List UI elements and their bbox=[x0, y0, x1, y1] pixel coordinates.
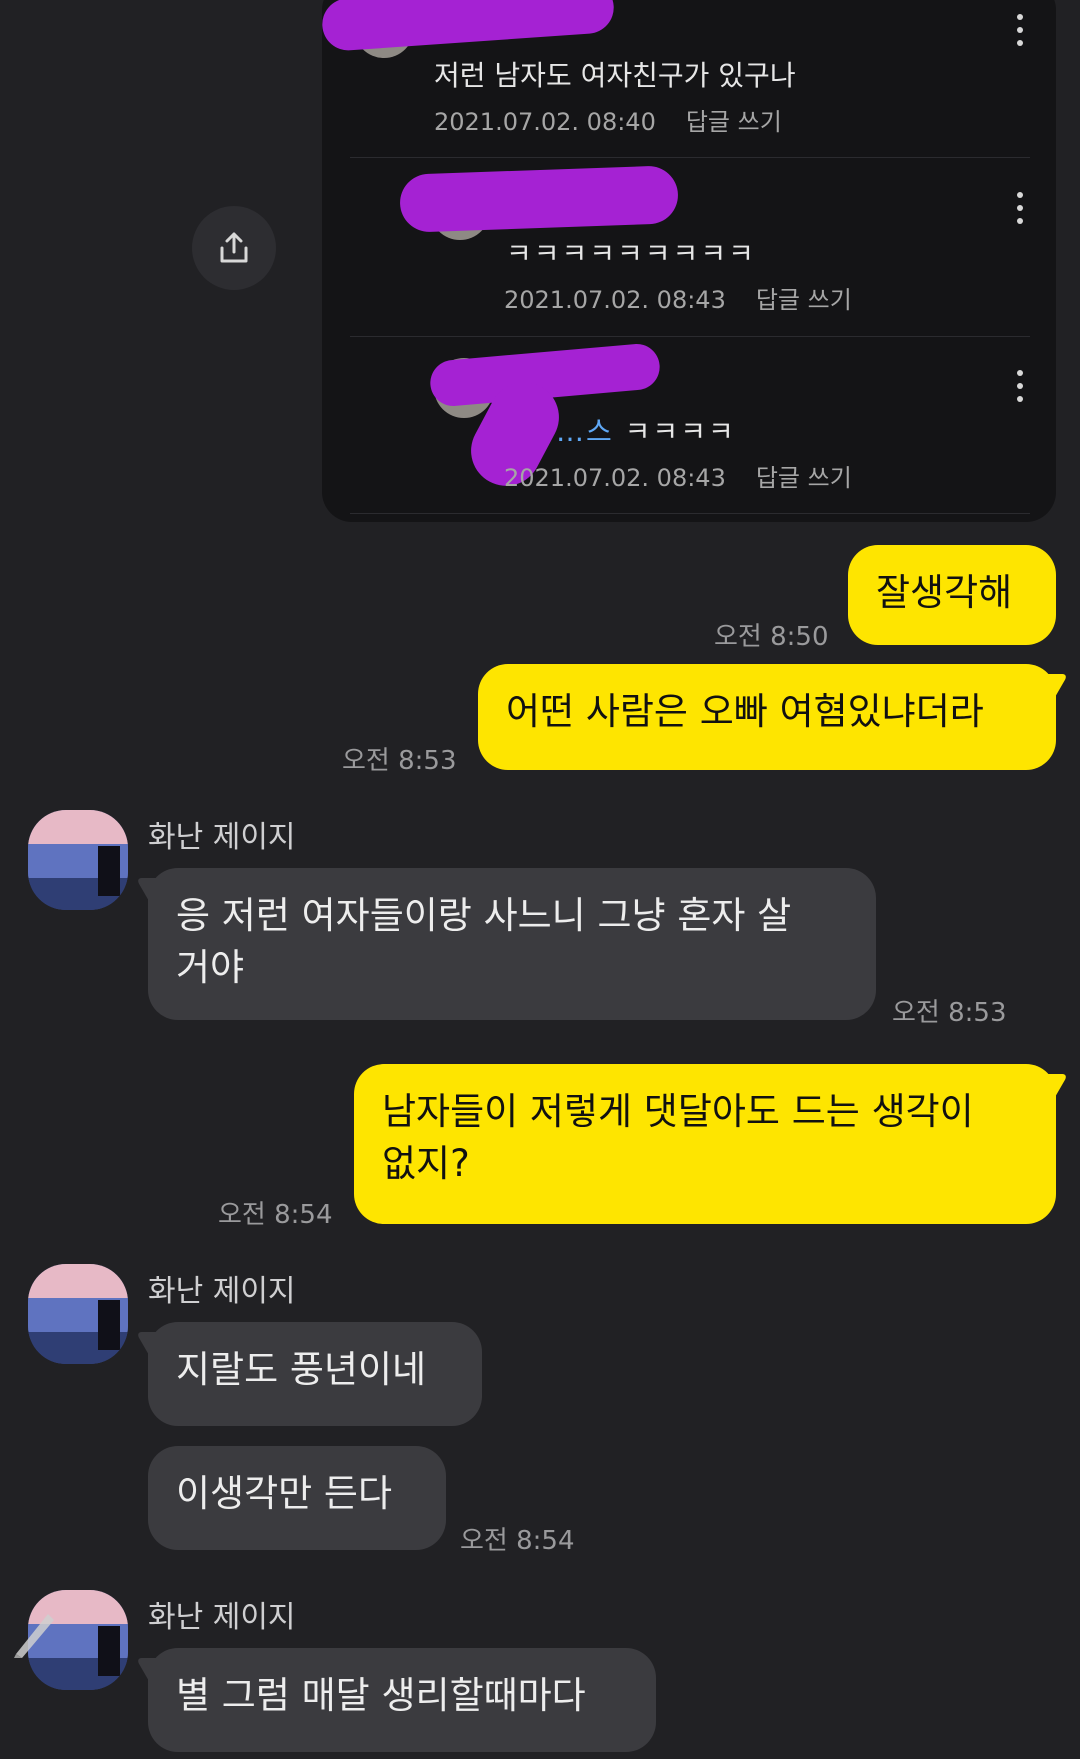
message-time: 오전 8:54 bbox=[460, 1526, 575, 1556]
share-icon bbox=[220, 232, 248, 263]
message-time: 오전 8:54 bbox=[218, 1200, 333, 1230]
comment-text: 저런 남자도 여자친구가 있구나 bbox=[434, 59, 796, 92]
message-time: 오전 8:53 bbox=[892, 998, 1007, 1028]
sender-name: 화난 제이지 bbox=[148, 1274, 296, 1309]
message-time: 오전 8:50 bbox=[714, 622, 829, 652]
message-text: 응 저런 여자들이랑 사느니 그냥 혼자 살 bbox=[176, 894, 792, 937]
message-text: 남자들이 저렇게 댓달아도 드는 생각이 bbox=[382, 1090, 974, 1133]
more-vertical-icon[interactable] bbox=[1016, 14, 1024, 50]
more-vertical-icon[interactable] bbox=[1016, 192, 1024, 228]
comment-date: 2021.07.02. 08:43 bbox=[504, 286, 726, 314]
more-vertical-icon[interactable] bbox=[1016, 370, 1024, 406]
divider bbox=[350, 513, 1030, 514]
reply-link[interactable]: 답글 쓰기 bbox=[756, 286, 852, 314]
share-button[interactable] bbox=[192, 206, 276, 290]
message-time: 오전 8:53 bbox=[342, 746, 457, 776]
comment-text: ㅋㅋㅋㅋㅋㅋㅋㅋㅋ bbox=[506, 237, 756, 270]
reply-link[interactable]: 답글 쓰기 bbox=[756, 464, 852, 492]
my-message-bubble[interactable]: 남자들이 저렇게 댓달아도 드는 생각이 없지? bbox=[354, 1064, 1056, 1224]
mention[interactable]: …스 bbox=[556, 415, 614, 448]
pencil-icon bbox=[14, 1614, 54, 1658]
their-message-bubble[interactable]: 별 그럼 매달 생리할때마다 bbox=[148, 1648, 656, 1752]
my-message-bubble[interactable]: 잘생각해 bbox=[848, 545, 1056, 645]
sender-name: 화난 제이지 bbox=[148, 820, 296, 855]
message-text: 지랄도 풍년이네 bbox=[176, 1348, 427, 1391]
comment-meta: 2021.07.02. 08:40 답글 쓰기 bbox=[434, 102, 782, 137]
avatar[interactable] bbox=[28, 810, 128, 910]
comment-text: …스 ㅋㅋㅋㅋ bbox=[556, 415, 736, 448]
message-text: 이생각만 든다 bbox=[176, 1472, 393, 1515]
comment-meta: 2021.07.02. 08:43 답글 쓰기 bbox=[504, 458, 852, 493]
message-text: 거야 bbox=[176, 946, 245, 989]
their-message-bubble[interactable]: 응 저런 여자들이랑 사느니 그냥 혼자 살 거야 bbox=[148, 868, 876, 1020]
message-text: 없지? bbox=[382, 1142, 470, 1185]
divider bbox=[350, 336, 1030, 337]
redaction-mark bbox=[399, 165, 679, 233]
message-text: 별 그럼 매달 생리할때마다 bbox=[176, 1674, 586, 1717]
my-message-bubble[interactable]: 어떤 사람은 오빠 여혐있냐더라 bbox=[478, 664, 1056, 770]
their-message-bubble[interactable]: 이생각만 든다 bbox=[148, 1446, 446, 1550]
their-message-bubble[interactable]: 지랄도 풍년이네 bbox=[148, 1322, 482, 1426]
reply-link[interactable]: 답글 쓰기 bbox=[686, 108, 782, 136]
comment-date: 2021.07.02. 08:40 bbox=[434, 108, 656, 136]
comment-meta: 2021.07.02. 08:43 답글 쓰기 bbox=[504, 280, 852, 315]
comment-date: 2021.07.02. 08:43 bbox=[504, 464, 726, 492]
sender-name: 화난 제이지 bbox=[148, 1600, 296, 1635]
divider bbox=[350, 157, 1030, 158]
message-text: 어떤 사람은 오빠 여혐있냐더라 bbox=[506, 690, 984, 733]
avatar[interactable] bbox=[28, 1264, 128, 1364]
message-text: 잘생각해 bbox=[876, 571, 1013, 614]
